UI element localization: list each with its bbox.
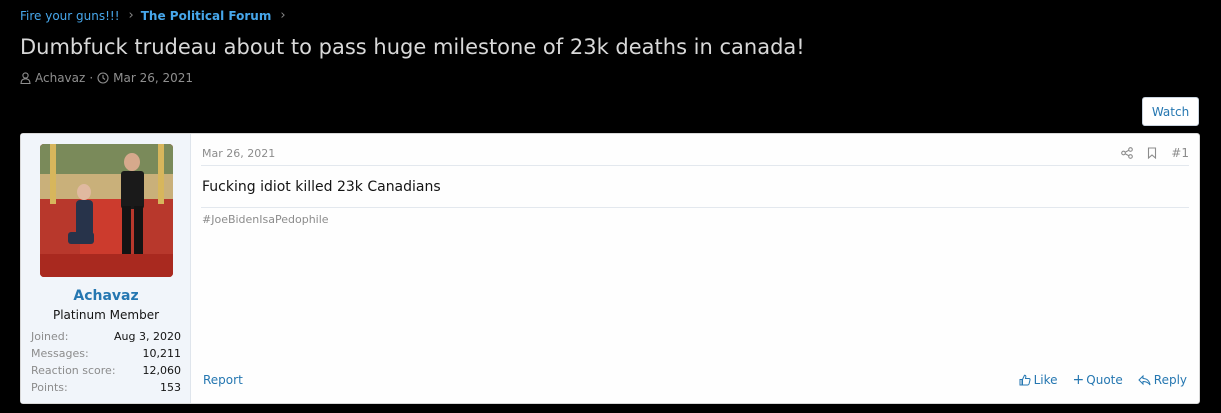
chevron-right-icon: ›	[128, 8, 134, 23]
watch-button[interactable]: Watch	[1142, 97, 1199, 126]
breadcrumb-item-fire-your-guns[interactable]: Fire your guns!!!	[20, 9, 120, 23]
stat-label: Points:	[31, 381, 68, 394]
stat-reaction-score: Reaction score: 12,060	[31, 362, 181, 379]
stat-messages: Messages: 10,211	[31, 345, 181, 362]
user-icon	[20, 72, 31, 84]
stat-value: Aug 3, 2020	[114, 330, 181, 343]
post-user-panel: Achavaz Platinum Member Joined: Aug 3, 2…	[21, 134, 191, 403]
plus-icon: +	[1072, 372, 1085, 388]
report-link[interactable]: Report	[203, 373, 243, 387]
thread-meta: Achavaz · Mar 26, 2021	[20, 71, 193, 85]
post-username[interactable]: Achavaz	[21, 288, 191, 304]
post: Achavaz Platinum Member Joined: Aug 3, 2…	[20, 133, 1200, 404]
stat-joined: Joined: Aug 3, 2020	[31, 328, 181, 345]
like-label: Like	[1033, 373, 1058, 387]
reply-button[interactable]: Reply	[1138, 373, 1187, 387]
bookmark-button[interactable]	[1147, 147, 1157, 159]
share-icon	[1121, 147, 1134, 159]
thread-author[interactable]: Achavaz	[35, 71, 85, 85]
like-button[interactable]: Like	[1019, 373, 1058, 387]
stat-value[interactable]: 10,211	[143, 345, 182, 362]
reply-label: Reply	[1153, 373, 1187, 387]
stat-value: 12,060	[142, 364, 182, 377]
meta-separator: ·	[89, 71, 94, 85]
bookmark-icon	[1148, 147, 1157, 159]
post-date[interactable]: Mar 26, 2021	[202, 147, 275, 160]
avatar[interactable]	[40, 144, 173, 277]
breadcrumb-item-political-forum[interactable]: The Political Forum	[141, 9, 272, 23]
post-tools: #1	[1107, 146, 1189, 160]
hashtag: #JoeBidenIsaPedophile	[202, 213, 329, 226]
stat-value[interactable]: 153	[160, 379, 181, 396]
post-actions: Like + Quote Reply	[1004, 373, 1187, 387]
user-stats: Joined: Aug 3, 2020 Messages: 10,211 Rea…	[31, 328, 181, 396]
post-body: Fucking idiot killed 23k Canadians	[202, 179, 441, 195]
user-title: Platinum Member	[52, 308, 160, 322]
stat-label: Reaction score:	[31, 364, 116, 377]
stat-points: Points: 153	[31, 379, 181, 396]
share-button[interactable]	[1121, 147, 1134, 159]
chevron-right-icon: ›	[280, 8, 286, 23]
stat-label: Messages:	[31, 347, 89, 360]
stat-label: Joined:	[31, 330, 69, 343]
thread-date[interactable]: Mar 26, 2021	[113, 71, 193, 85]
post-number[interactable]: #1	[1171, 146, 1189, 160]
quote-label: Quote	[1086, 373, 1123, 387]
post-header-divider	[201, 165, 1189, 166]
quote-button[interactable]: + Quote	[1073, 373, 1123, 387]
reply-icon	[1138, 374, 1151, 386]
avatar-image	[40, 144, 173, 277]
post-main: Mar 26, 2021 #1 Fucking idiot killed 23k…	[191, 134, 1199, 403]
post-body-divider	[201, 207, 1189, 208]
breadcrumb: Fire your guns!!! › The Political Forum …	[20, 8, 293, 23]
clock-icon	[97, 72, 109, 84]
thumbs-up-icon	[1019, 374, 1031, 386]
thread-title: Dumbfuck trudeau about to pass huge mile…	[20, 35, 805, 59]
